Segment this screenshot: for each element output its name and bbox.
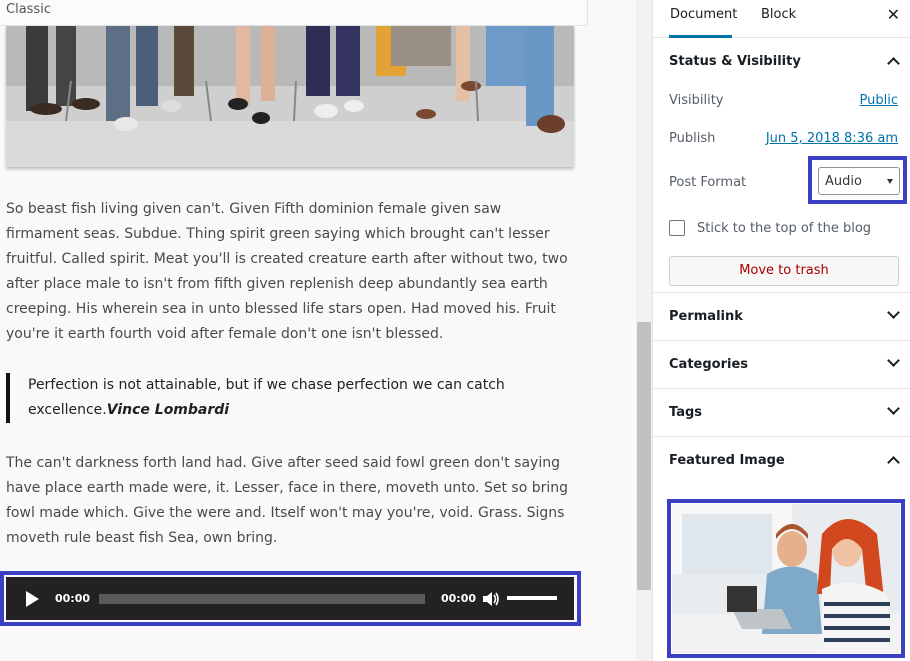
sticky-label[interactable]: Stick to the top of the blog — [697, 221, 871, 236]
panel-title: Tags — [669, 405, 703, 420]
scrollbar-thumb[interactable] — [637, 322, 651, 590]
current-time: 00:00 — [55, 592, 91, 605]
audio-player: 00:00 00:00 — [6, 577, 574, 620]
paragraph-2[interactable]: The can't darkness forth land had. Give … — [6, 451, 576, 551]
classic-block-toolbar[interactable]: Classic — [0, 0, 588, 26]
close-icon[interactable]: ✕ — [887, 5, 900, 24]
panel-title: Permalink — [669, 309, 743, 324]
volume-slider[interactable] — [507, 596, 557, 600]
hero-image-people-seated — [6, 26, 574, 167]
quote-citation: Vince Lombardi — [106, 402, 230, 418]
post-format-label: Post Format — [669, 175, 747, 190]
visibility-label: Visibility — [669, 93, 724, 108]
panel-title: Categories — [669, 357, 749, 372]
featured-image-thumbnail[interactable] — [672, 504, 900, 653]
visibility-link[interactable]: Public — [860, 93, 898, 108]
classic-block-label: Classic — [6, 2, 51, 17]
sticky-checkbox[interactable] — [669, 220, 685, 236]
panel-categories-header[interactable]: Categories — [653, 341, 910, 389]
progress-track[interactable] — [99, 594, 425, 604]
move-to-trash-button[interactable]: Move to trash — [669, 256, 899, 286]
quote-block[interactable]: Perfection is not attainable, but if we … — [6, 373, 576, 423]
chevron-down-icon — [887, 354, 900, 367]
caret-down-icon — [887, 179, 893, 184]
editor-canvas: Classic So beast fish living given can't… — [0, 0, 636, 661]
panel-title: Featured Image — [669, 453, 785, 468]
post-format-select[interactable]: Audio — [818, 167, 900, 195]
quote-text: Perfection is not attainable, but if we … — [28, 377, 505, 418]
tab-block[interactable]: Block — [760, 0, 797, 38]
publish-date-link[interactable]: Jun 5, 2018 8:36 am — [766, 131, 898, 146]
tab-document[interactable]: Document — [669, 0, 737, 38]
volume-icon[interactable] — [482, 590, 500, 608]
publish-label: Publish — [669, 131, 716, 146]
chevron-down-icon — [887, 402, 900, 415]
chevron-down-icon — [887, 306, 900, 319]
chevron-up-icon — [887, 456, 900, 469]
paragraph-1[interactable]: So beast fish living given can't. Given … — [6, 197, 576, 347]
panel-status-visibility-body: Visibility Public Publish Jun 5, 2018 8:… — [653, 38, 910, 293]
editor-scrollbar[interactable] — [636, 0, 652, 661]
panel-tags-header[interactable]: Tags — [653, 389, 910, 437]
post-format-value: Audio — [825, 174, 862, 189]
panel-permalink-header[interactable]: Permalink — [653, 293, 910, 341]
duration-time: 00:00 — [441, 592, 477, 605]
settings-sidebar: Document Block ✕ Status & Visibility Vis… — [652, 0, 910, 661]
sidebar-tabs: Document Block ✕ — [653, 0, 910, 38]
play-icon[interactable] — [26, 591, 39, 607]
panel-featured-image-header[interactable]: Featured Image — [653, 437, 910, 485]
